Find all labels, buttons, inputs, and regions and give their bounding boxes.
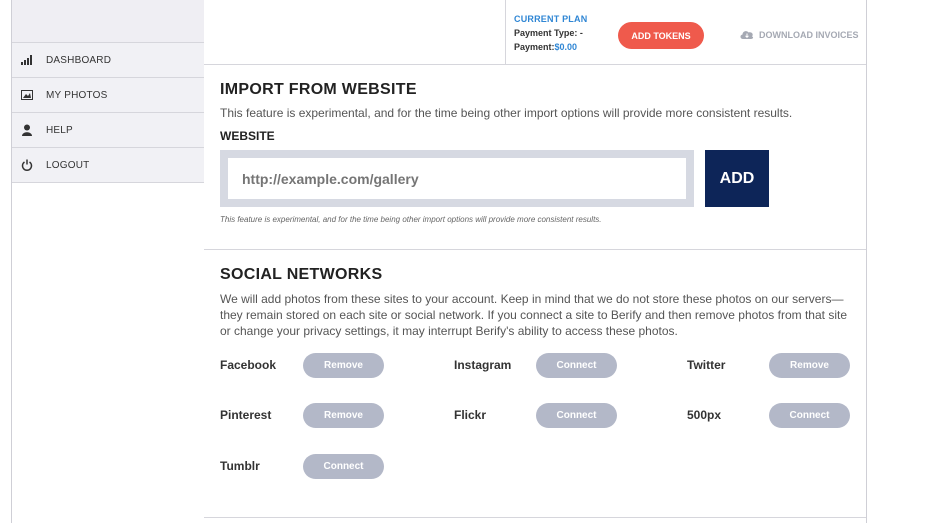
sidebar-header: [12, 0, 204, 42]
import-description: This feature is experimental, and for th…: [220, 106, 793, 120]
sidebar-item-label: DASHBOARD: [46, 54, 112, 66]
network-label: Pinterest: [220, 408, 272, 422]
sidebar-item-logout[interactable]: LOGOUT: [12, 147, 204, 183]
network-label: Tumblr: [220, 459, 260, 473]
network-label: Facebook: [220, 358, 277, 372]
network-label: Twitter: [687, 358, 726, 372]
add-website-button[interactable]: ADD: [705, 150, 769, 207]
social-title: SOCIAL NETWORKS: [220, 266, 383, 283]
payment-type-value: -: [579, 28, 583, 38]
payment-value: $0.00: [554, 42, 578, 52]
download-invoices-label: DOWNLOAD INVOICES: [759, 29, 859, 40]
import-section: IMPORT FROM WEBSITE This feature is expe…: [204, 65, 866, 250]
sidebar-item-label: HELP: [46, 124, 73, 136]
sidebar-item-label: MY PHOTOS: [46, 89, 108, 101]
power-icon: [20, 158, 34, 172]
payment: Payment:$0.00: [514, 42, 587, 52]
network-flickr: Flickr: [454, 408, 486, 422]
network-label: Instagram: [454, 358, 512, 372]
network-500px: 500px: [687, 408, 721, 422]
tumblr-action-button[interactable]: Connect: [303, 454, 384, 479]
account-bar: CURRENT PLAN Payment Type: - Payment:$0.…: [204, 0, 866, 65]
bar-chart-icon: [20, 53, 34, 67]
network-facebook: Facebook: [220, 358, 276, 372]
instagram-action-button[interactable]: Connect: [536, 353, 617, 378]
person-icon: [20, 123, 34, 137]
social-networks-section: SOCIAL NETWORKS We will add photos from …: [204, 251, 866, 518]
network-label: 500px: [687, 408, 722, 422]
sidebar-item-label: LOGOUT: [46, 159, 90, 171]
account-bar-left: [204, 0, 506, 64]
sidebar-item-my-photos[interactable]: MY PHOTOS: [12, 77, 204, 112]
cloud-download-icon: [740, 31, 754, 39]
sidebar: DASHBOARD MY PHOTOS HELP LOGOUT: [11, 0, 205, 523]
network-pinterest: Pinterest: [220, 408, 271, 422]
sidebar-item-help[interactable]: HELP: [12, 112, 204, 147]
current-plan-title: CURRENT PLAN: [514, 14, 588, 24]
500px-action-button[interactable]: Connect: [769, 403, 850, 428]
flickr-action-button[interactable]: Connect: [536, 403, 617, 428]
website-input-frame: [220, 150, 694, 207]
photo-icon: [20, 88, 34, 102]
twitter-action-button[interactable]: Remove: [769, 353, 850, 378]
network-instagram: Instagram: [454, 358, 511, 372]
payment-type-label: Payment Type:: [514, 28, 578, 38]
network-twitter: Twitter: [687, 358, 725, 372]
current-plan: CURRENT PLAN Payment Type: - Payment:$0.…: [514, 14, 587, 52]
payment-label: Payment:: [514, 42, 555, 52]
download-invoices-link[interactable]: DOWNLOAD INVOICES: [739, 29, 859, 40]
payment-type: Payment Type: -: [514, 28, 587, 38]
import-title: IMPORT FROM WEBSITE: [220, 81, 417, 98]
network-label: Flickr: [454, 408, 487, 422]
pinterest-action-button[interactable]: Remove: [303, 403, 384, 428]
website-input[interactable]: [228, 158, 686, 199]
network-tumblr: Tumblr: [220, 459, 260, 473]
sidebar-item-dashboard[interactable]: DASHBOARD: [12, 42, 204, 77]
facebook-action-button[interactable]: Remove: [303, 353, 384, 378]
add-tokens-button[interactable]: ADD TOKENS: [618, 22, 704, 49]
social-description: We will add photos from these sites to y…: [220, 292, 847, 338]
import-note: This feature is experimental, and for th…: [220, 215, 602, 224]
website-label: WEBSITE: [220, 129, 275, 143]
sidebar-menu: DASHBOARD MY PHOTOS HELP LOGOUT: [12, 42, 204, 183]
main-content: CURRENT PLAN Payment Type: - Payment:$0.…: [204, 0, 867, 523]
